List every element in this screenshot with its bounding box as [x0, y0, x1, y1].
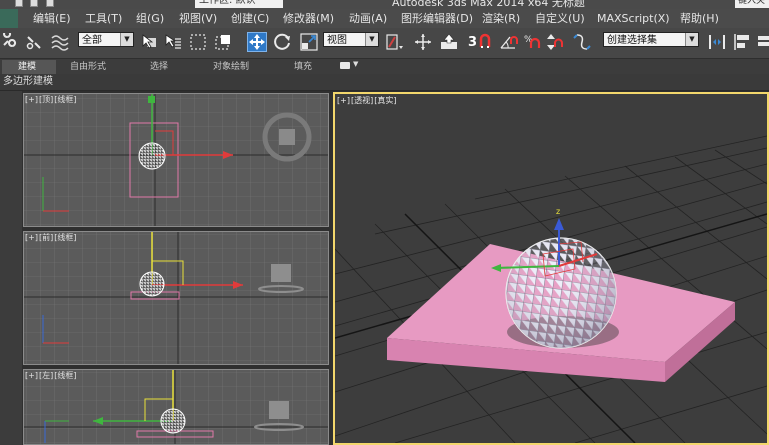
window-crossing-icon[interactable]	[213, 31, 233, 53]
ribbon-options-icon	[340, 62, 350, 69]
select-rotate-icon[interactable]	[272, 31, 294, 53]
menu-tools[interactable]: 工具(T)	[85, 11, 122, 26]
viewport-shading-mode[interactable]: [线框]	[54, 95, 76, 104]
ribbon-tab-freeform[interactable]: 自由形式	[70, 61, 106, 73]
angle-snap-icon[interactable]	[497, 31, 519, 53]
viewport-shading-mode[interactable]: [线框]	[54, 233, 76, 242]
link-icon[interactable]	[0, 31, 20, 53]
title-bar: 工作区: 默认 Autodesk 3ds Max 2014 x64 无标题 键入…	[0, 0, 769, 9]
rect-selection-icon[interactable]	[188, 31, 208, 53]
select-by-name-icon[interactable]	[163, 31, 183, 53]
ribbon-tab-object-paint[interactable]: 对象绘制	[213, 61, 249, 73]
viewport-point-of-view[interactable]: [顶]	[39, 95, 53, 104]
menu-modifiers[interactable]: 修改器(M)	[283, 11, 334, 26]
left-sidebar	[0, 91, 23, 445]
viewport-perspective[interactable]: z [+][透视][真实]	[333, 92, 769, 445]
named-selection-value: 创建选择集	[607, 35, 657, 46]
mirror-icon[interactable]	[706, 31, 728, 53]
menu-animation[interactable]: 动画(A)	[349, 11, 387, 26]
viewport-menu-plus[interactable]: [+]	[25, 371, 38, 380]
chevron-down-icon: ▼	[685, 33, 698, 46]
viewport-front-label[interactable]: [+][前][线框]	[25, 233, 77, 243]
menu-group[interactable]: 组(G)	[136, 11, 164, 26]
menu-bar: 编辑(E) 工具(T) 组(G) 视图(V) 创建(C) 修改器(M) 动画(A…	[0, 9, 769, 28]
menu-help[interactable]: 帮助(H)	[680, 11, 719, 26]
menu-edit[interactable]: 编辑(E)	[33, 11, 71, 26]
snap-toggle-label: 3	[467, 34, 478, 50]
viewport-point-of-view[interactable]: [左]	[39, 371, 53, 380]
viewport-menu-plus[interactable]: [+]	[25, 233, 38, 242]
menu-create[interactable]: 创建(C)	[231, 11, 269, 26]
ribbon-tab-populate[interactable]: 填充	[294, 61, 312, 73]
main-toolbar: 全部 ▼ 视图 ▼ 3 % 创建选择集 ▼	[0, 28, 769, 59]
menu-rendering[interactable]: 渲染(R)	[482, 11, 520, 26]
viewport-shading-mode[interactable]: [线框]	[54, 371, 76, 380]
window-title: Autodesk 3ds Max 2014 x64 无标题	[392, 0, 585, 9]
viewport-perspective-label[interactable]: [+][透视][真实]	[337, 96, 397, 106]
chevron-down-icon: ▼	[120, 33, 133, 46]
quick-access-icon[interactable]	[15, 0, 23, 7]
percent-snap-icon[interactable]: %	[522, 31, 544, 53]
ribbon-tab-selection[interactable]: 选择	[150, 61, 168, 73]
select-object-icon[interactable]	[139, 31, 159, 53]
svg-text:z: z	[556, 207, 560, 216]
named-selection-dropdown[interactable]: 创建选择集 ▼	[603, 32, 699, 47]
menu-customize[interactable]: 自定义(U)	[535, 11, 585, 26]
viewport-point-of-view[interactable]: [透视]	[351, 96, 373, 105]
menu-views[interactable]: 视图(V)	[179, 11, 217, 26]
select-scale-icon[interactable]	[298, 31, 320, 53]
quick-access-icon[interactable]	[46, 0, 54, 7]
viewport-top-label[interactable]: [+][顶][线框]	[25, 95, 77, 105]
viewport-left-label[interactable]: [+][左][线框]	[25, 371, 77, 381]
menu-graph-editors[interactable]: 图形编辑器(D)	[401, 11, 473, 26]
viewport-point-of-view[interactable]: [前]	[39, 233, 53, 242]
manipulate-icon[interactable]	[412, 31, 434, 53]
viewport-shading-mode[interactable]: [真实]	[374, 96, 396, 105]
select-move-icon[interactable]	[247, 32, 267, 52]
chevron-down-icon: ▼	[365, 33, 378, 46]
app-logo-icon[interactable]	[0, 9, 18, 28]
spinner-snap-icon[interactable]	[546, 31, 566, 53]
layer-manager-icon[interactable]	[757, 31, 769, 53]
viewport-top-scene	[23, 93, 329, 227]
keyboard-shortcut-icon[interactable]	[438, 31, 460, 53]
search-input[interactable]: 键入关	[735, 0, 769, 8]
viewport-front-scene	[23, 231, 329, 365]
viewport-perspective-scene: z	[335, 135, 767, 443]
snap-toggle-icon[interactable]: 3	[466, 31, 494, 53]
quick-access-icon[interactable]	[30, 0, 38, 7]
viewport-menu-plus[interactable]: [+]	[25, 95, 38, 104]
selection-filter-value: 全部	[82, 35, 102, 46]
workspace-dropdown[interactable]: 工作区: 默认	[195, 0, 283, 8]
menu-maxscript[interactable]: MAXScript(X)	[597, 11, 670, 26]
unlink-icon[interactable]	[24, 31, 44, 53]
polygon-modeling-label[interactable]: 多边形建模	[3, 75, 53, 88]
ribbon-tabs: 建模 自由形式 选择 对象绘制 填充 ▼	[0, 59, 769, 74]
ribbon-tab-modeling[interactable]: 建模	[18, 61, 36, 73]
viewport-top[interactable]: [+][顶][线框]	[23, 93, 329, 227]
viewport-menu-plus[interactable]: [+]	[337, 96, 350, 105]
viewport-left[interactable]: [+][左][线框]	[23, 369, 329, 445]
reference-coordinate-value: 视图	[327, 35, 347, 46]
viewport-front[interactable]: [+][前][线框]	[23, 231, 329, 365]
align-icon[interactable]	[733, 31, 755, 53]
reference-coordinate-dropdown[interactable]: 视图 ▼	[323, 32, 379, 47]
selection-filter-dropdown[interactable]: 全部 ▼	[78, 32, 134, 47]
edit-named-selection-icon[interactable]	[571, 31, 593, 53]
ribbon-panel-bar: 多边形建模	[0, 74, 769, 91]
pivot-center-icon[interactable]	[383, 31, 407, 53]
chevron-down-icon: ▼	[353, 60, 359, 68]
bind-space-warp-icon[interactable]	[49, 31, 71, 53]
ribbon-options-button[interactable]: ▼	[340, 60, 362, 71]
